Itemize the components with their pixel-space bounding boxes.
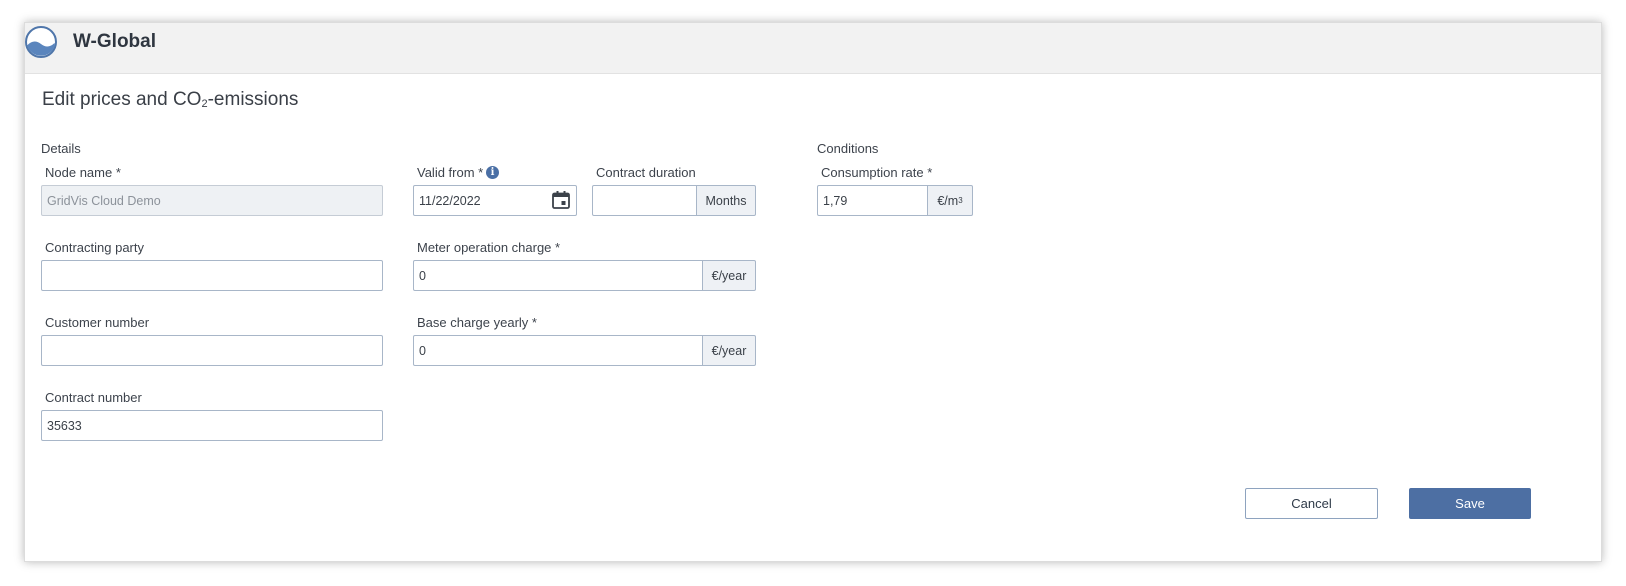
contract-duration-unit: Months [697, 185, 756, 216]
customer-number-input[interactable] [41, 335, 383, 366]
info-icon[interactable]: i [486, 166, 499, 179]
contract-duration-label: Contract duration [596, 165, 696, 180]
water-logo-icon [25, 26, 57, 58]
save-button[interactable]: Save [1409, 488, 1531, 519]
dialog-header: W-Global [25, 23, 1601, 74]
cancel-button[interactable]: Cancel [1245, 488, 1378, 519]
meter-operation-charge-input[interactable] [413, 260, 703, 291]
contracting-party-label: Contracting party [45, 240, 144, 255]
consumption-rate-unit: €/m 3 [928, 185, 973, 216]
page-title: Edit prices and CO2-emissions [42, 89, 298, 111]
contract-number-input[interactable] [41, 410, 383, 441]
base-charge-yearly-unit: €/year [703, 335, 756, 366]
calendar-icon[interactable] [551, 190, 571, 210]
consumption-rate-label: Consumption rate * [821, 165, 933, 180]
contracting-party-input[interactable] [41, 260, 383, 291]
edit-prices-dialog: W-Global Edit prices and CO2-emissions D… [24, 22, 1602, 562]
meter-operation-charge-unit: €/year [703, 260, 756, 291]
valid-from-label: Valid from * [417, 165, 484, 180]
consumption-rate-input[interactable] [817, 185, 928, 216]
details-section-label: Details [41, 141, 81, 156]
page-title-suffix: -emissions [207, 89, 299, 110]
customer-number-label: Customer number [45, 315, 150, 330]
contract-duration-input[interactable] [592, 185, 697, 216]
base-charge-yearly-input[interactable] [413, 335, 703, 366]
consumption-rate-unit-base: €/m [937, 193, 959, 208]
meter-operation-charge-label: Meter operation charge * [417, 240, 561, 255]
conditions-section-label: Conditions [817, 141, 879, 156]
node-name-input [41, 185, 383, 216]
node-name-label: Node name * [45, 165, 121, 180]
consumption-rate-unit-sup: 3 [958, 196, 963, 205]
base-charge-yearly-label: Base charge yearly * [417, 315, 537, 330]
app-title: W-Global [73, 31, 156, 52]
contract-number-label: Contract number [45, 390, 142, 405]
page-title-prefix: Edit prices and CO [42, 89, 202, 110]
